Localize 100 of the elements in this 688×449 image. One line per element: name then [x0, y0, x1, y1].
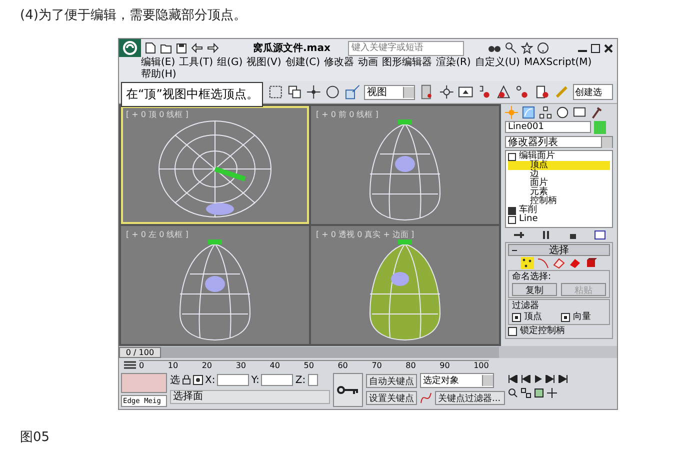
ruler-label: 0: [139, 360, 144, 370]
absolute-mode-icon[interactable]: [193, 375, 203, 385]
checkbox-label: 向量: [573, 312, 591, 323]
rotate-icon[interactable]: [325, 84, 341, 100]
go-to-end-icon[interactable]: [558, 375, 568, 383]
menu-item[interactable]: 工具(T): [179, 57, 214, 69]
app-logo[interactable]: [119, 39, 141, 57]
modifier-list-dropdown[interactable]: 修改器列表: [505, 136, 613, 148]
menu-item[interactable]: 帮助(H): [141, 69, 176, 81]
checkbox[interactable]: [508, 327, 517, 336]
group-label: 命名选择:: [512, 272, 552, 282]
redo-icon[interactable]: [207, 43, 219, 53]
previous-frame-icon[interactable]: [521, 375, 531, 383]
filter-checkbox[interactable]: 顶点: [512, 312, 557, 323]
scale-icon[interactable]: [344, 84, 360, 100]
motion-tab-icon[interactable]: [556, 106, 569, 119]
window-crossing-icon[interactable]: [286, 84, 302, 100]
next-frame-icon[interactable]: [545, 375, 555, 383]
stack-item[interactable]: 车削: [519, 206, 537, 215]
menu-item[interactable]: 编辑(E): [141, 57, 176, 69]
z-coordinate-field[interactable]: [308, 374, 318, 386]
checkbox[interactable]: [561, 313, 570, 322]
auto-key-button[interactable]: 自动关键点: [366, 374, 417, 388]
play-icon[interactable]: [534, 375, 542, 383]
ruler-label: 10: [168, 360, 178, 370]
maximize-icon[interactable]: [591, 44, 600, 52]
menu-item[interactable]: 修改器: [324, 57, 354, 69]
panel-button[interactable]: 复制: [512, 283, 557, 296]
ruler-label: 50: [304, 360, 314, 370]
rollout-header[interactable]: 选择: [508, 244, 610, 256]
coordinate-dropdown[interactable]: 视图: [364, 84, 416, 100]
folder-icon[interactable]: [160, 42, 172, 54]
object-name-field[interactable]: Line001: [505, 121, 591, 133]
box-level-icon[interactable]: [584, 257, 598, 269]
maximize-viewport-icon[interactable]: [547, 388, 557, 398]
window-title: 窝瓜源文件.max: [253, 41, 330, 55]
instruction-callout: 在“顶”视图中框选顶点。: [121, 82, 264, 107]
stack-item[interactable]: Line: [519, 215, 538, 224]
maxscript-listener-field[interactable]: [121, 373, 167, 393]
save-icon[interactable]: [176, 42, 187, 54]
ruler-label: 70: [372, 360, 382, 370]
render-frame-icon[interactable]: [458, 84, 473, 100]
hierarchy-tab-icon[interactable]: [539, 106, 552, 119]
menu-item[interactable]: 动画: [358, 57, 378, 69]
select-region-icon[interactable]: [268, 84, 283, 100]
zoom-extents-icon[interactable]: [534, 388, 544, 398]
angle-snap-icon[interactable]: [496, 84, 512, 100]
z-label: Z:: [295, 374, 306, 386]
close-icon[interactable]: [604, 44, 613, 52]
ruler-label: 100: [474, 360, 489, 370]
intro-text: (4)为了便于编辑，需要隐藏部分顶点。: [20, 7, 246, 24]
menu-item[interactable]: MAXScript(M): [524, 57, 592, 69]
new-file-icon[interactable]: [145, 42, 156, 54]
zoom-all-icon[interactable]: [521, 388, 531, 398]
menu-item[interactable]: 创建(C): [285, 57, 320, 69]
utilities-tab-icon[interactable]: [590, 106, 603, 119]
menu-item[interactable]: 自定义(U): [474, 57, 520, 69]
expand-toggle-icon[interactable]: [508, 216, 516, 224]
star-icon[interactable]: [521, 42, 534, 54]
selection-set-field[interactable]: 创建选: [573, 84, 614, 100]
modify-tab-icon[interactable]: [522, 106, 535, 119]
y-coordinate-field[interactable]: [261, 374, 294, 386]
stack-subitem[interactable]: 边: [508, 170, 610, 179]
move-icon[interactable]: [306, 84, 322, 100]
spinner-snap-icon[interactable]: [534, 84, 550, 100]
search-field[interactable]: 键入关键字或短语: [348, 40, 464, 56]
track-bar-icon[interactable]: [123, 360, 137, 370]
ruler-label: 60: [338, 360, 348, 370]
undo-icon[interactable]: [191, 43, 203, 53]
filter-checkbox[interactable]: 向量: [561, 312, 606, 323]
x-coordinate-field[interactable]: [217, 374, 250, 386]
zoom-icon[interactable]: [508, 388, 518, 398]
key-mode-dropdown[interactable]: 选定对象: [420, 373, 494, 388]
set-key-text-button[interactable]: 设置关键点: [366, 391, 417, 405]
link-icon[interactable]: [438, 84, 454, 100]
lock-handles-checkbox[interactable]: 锁定控制柄: [508, 326, 610, 337]
menu-item[interactable]: 图形编辑器: [382, 57, 432, 69]
curve-icon[interactable]: [420, 392, 432, 404]
stack-subitem[interactable]: 顶点: [508, 161, 610, 170]
stack-subitem[interactable]: 面片: [508, 179, 610, 188]
expand-toggle-icon[interactable]: [508, 206, 516, 214]
menu-item[interactable]: 视图(V): [246, 57, 282, 69]
stack-subitem[interactable]: 控制柄: [508, 197, 610, 206]
menu-item[interactable]: 渲染(R): [436, 57, 471, 69]
checkbox[interactable]: [512, 313, 521, 322]
help-icon[interactable]: [537, 42, 550, 54]
stack-subitem[interactable]: 元素: [508, 188, 610, 197]
menu-item[interactable]: 组(G): [217, 57, 243, 69]
key-filters-button[interactable]: 关键点过滤器...: [435, 391, 505, 405]
vertex-level-icon[interactable]: [520, 257, 534, 269]
set-key-button[interactable]: [333, 373, 363, 407]
handle-level-icon[interactable]: [536, 257, 550, 269]
ruler-label: 20: [202, 360, 212, 370]
go-to-start-icon[interactable]: [508, 375, 518, 383]
display-tab-icon[interactable]: [573, 106, 586, 119]
expand-toggle-icon[interactable]: [508, 152, 516, 160]
checkbox-label: 顶点: [524, 312, 542, 323]
rollout-title: 选择: [549, 244, 569, 257]
object-color-swatch[interactable]: [594, 121, 606, 134]
time-slider-thumb[interactable]: 0 / 100: [119, 347, 161, 358]
